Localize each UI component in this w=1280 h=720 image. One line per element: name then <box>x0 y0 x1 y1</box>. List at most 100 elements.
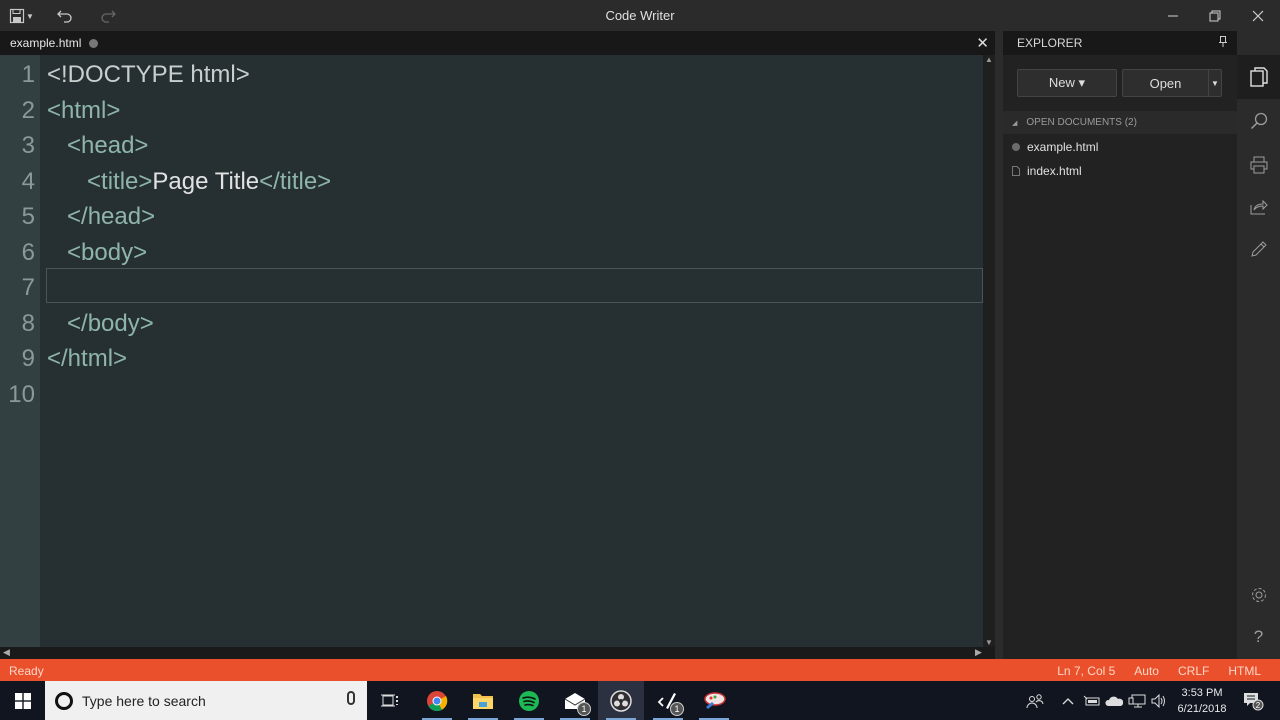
html-tag-token: <body> <box>67 238 148 266</box>
settings-icon[interactable] <box>1237 573 1280 617</box>
close-window-button[interactable] <box>1236 0 1280 31</box>
code-line[interactable]: 4 <title>Page Title</title> <box>0 164 995 200</box>
people-icon[interactable] <box>1026 681 1044 720</box>
code-editor[interactable]: 1 <!DOCTYPE html> 2 <html> 3 <head> 4 <title>… <box>0 55 995 647</box>
encoding-selector[interactable]: Auto <box>1134 664 1159 678</box>
new-button[interactable]: New ▾ <box>1017 69 1117 97</box>
search-icon[interactable] <box>1237 99 1280 143</box>
code-line[interactable]: 6 <body> <box>0 235 995 271</box>
line-number: 7 <box>21 274 35 301</box>
open-documents-section[interactable]: ◢ OPEN DOCUMENTS (2) <box>1003 111 1237 134</box>
code-line[interactable]: 7 <box>0 270 995 306</box>
code-line[interactable]: 9 </html> <box>0 341 995 377</box>
cursor-position[interactable]: Ln 7, Col 5 <box>1057 664 1115 678</box>
pin-icon[interactable] <box>1219 36 1227 50</box>
battery-icon[interactable] <box>1083 681 1101 720</box>
title-bar: ▼ Code Writer <box>0 0 1280 31</box>
document-name: example.html <box>1027 140 1099 154</box>
line-content: </html> <box>47 341 127 377</box>
minimize-button[interactable] <box>1151 0 1195 31</box>
edit-icon[interactable] <box>1237 227 1280 271</box>
modified-dot-icon <box>89 38 99 48</box>
obs-icon[interactable] <box>598 681 644 720</box>
restore-button[interactable] <box>1193 0 1237 31</box>
tab-example-html[interactable]: example.html <box>0 31 108 55</box>
code-line[interactable]: 10 <box>0 377 995 413</box>
line-number: 6 <box>21 238 35 266</box>
open-button[interactable]: Open <box>1122 69 1208 97</box>
html-tag-token: </title> <box>259 167 332 195</box>
line-content: <head> <box>47 128 148 164</box>
line-ending-selector[interactable]: CRLF <box>1178 664 1209 678</box>
collapse-triangle-icon: ◢ <box>1012 119 1018 127</box>
print-icon[interactable] <box>1237 143 1280 187</box>
open-dropdown-button[interactable]: ▼ <box>1208 69 1222 97</box>
line-number: 9 <box>21 345 35 372</box>
scroll-left-icon[interactable]: ◀ <box>3 647 10 658</box>
line-number: 5 <box>21 203 35 230</box>
explorer-panel: EXPLORER New ▾ Open ▼ ◢ OPEN DOCUMENTS (… <box>1003 31 1237 659</box>
line-number: 8 <box>21 309 35 337</box>
code-line[interactable]: 3 <head> <box>0 128 995 164</box>
file-icon <box>1011 166 1021 176</box>
share-icon[interactable] <box>1237 185 1280 229</box>
cortana-icon <box>55 691 73 710</box>
scroll-down-icon[interactable]: ▼ <box>983 638 995 647</box>
line-content: </body> <box>47 306 154 342</box>
show-hidden-icons[interactable] <box>1062 681 1074 720</box>
explorer-header: EXPLORER <box>1003 31 1237 55</box>
start-button[interactable] <box>0 681 45 720</box>
task-view-button[interactable] <box>367 681 413 720</box>
documents-icon[interactable] <box>1237 55 1280 99</box>
html-tag-token: </body> <box>67 309 154 337</box>
windows-logo-icon <box>14 692 31 709</box>
document-name: index.html <box>1027 164 1082 178</box>
help-icon[interactable]: ? <box>1237 615 1280 659</box>
line-content: <!DOCTYPE html> <box>47 57 250 93</box>
language-selector[interactable]: HTML <box>1228 664 1261 678</box>
document-item[interactable]: example.html <box>1003 135 1237 159</box>
line-content: <title>Page Title</title> <box>47 164 331 200</box>
spotify-icon[interactable] <box>506 681 552 720</box>
code-writer-icon[interactable]: 1 <box>645 681 691 720</box>
scroll-right-icon[interactable]: ▶ <box>975 647 982 658</box>
clock-time: 3:53 PM <box>1181 687 1223 699</box>
tab-label: example.html <box>10 36 82 50</box>
code-line[interactable]: 5 </head> <box>0 199 995 235</box>
doctype-token: <!DOCTYPE html> <box>47 61 250 88</box>
onedrive-icon[interactable] <box>1105 681 1123 720</box>
code-writer-badge: 1 <box>670 702 684 716</box>
html-tag-token: </head> <box>67 203 156 230</box>
line-content: </head> <box>47 199 155 235</box>
chrome-icon[interactable] <box>414 681 460 720</box>
html-tag-token: <html> <box>47 96 121 124</box>
scroll-up-icon[interactable]: ▲ <box>983 55 995 64</box>
line-number: 3 <box>21 132 35 159</box>
action-center-button[interactable]: 2 <box>1238 681 1268 720</box>
notification-count: 2 <box>1256 701 1261 710</box>
vertical-scrollbar[interactable]: ▲ ▼ <box>983 55 995 647</box>
close-tab-icon[interactable]: ✕ <box>976 34 989 52</box>
code-line[interactable]: 2 <html> <box>0 93 995 129</box>
taskbar-search[interactable]: Type here to search <box>45 681 367 720</box>
paint-icon[interactable] <box>691 681 737 720</box>
volume-icon[interactable] <box>1151 681 1167 720</box>
window-title: Code Writer <box>605 8 675 23</box>
network-icon[interactable] <box>1128 681 1146 720</box>
line-content: <body> <box>47 235 147 271</box>
mail-icon[interactable]: 1 <box>552 681 598 720</box>
file-explorer-icon[interactable] <box>460 681 506 720</box>
html-tag-token: </html> <box>47 345 128 372</box>
text-token: Page Title <box>152 167 260 195</box>
system-clock[interactable]: 3:53 PM 6/21/2018 <box>1172 685 1232 717</box>
microphone-icon[interactable] <box>347 691 355 705</box>
document-item[interactable]: index.html <box>1003 159 1237 183</box>
horizontal-scrollbar[interactable]: ◀ ▶ <box>0 647 995 659</box>
line-content: <html> <box>47 93 120 129</box>
code-line[interactable]: 8 </body> <box>0 306 995 342</box>
code-line[interactable]: 1 <!DOCTYPE html> <box>0 57 995 93</box>
